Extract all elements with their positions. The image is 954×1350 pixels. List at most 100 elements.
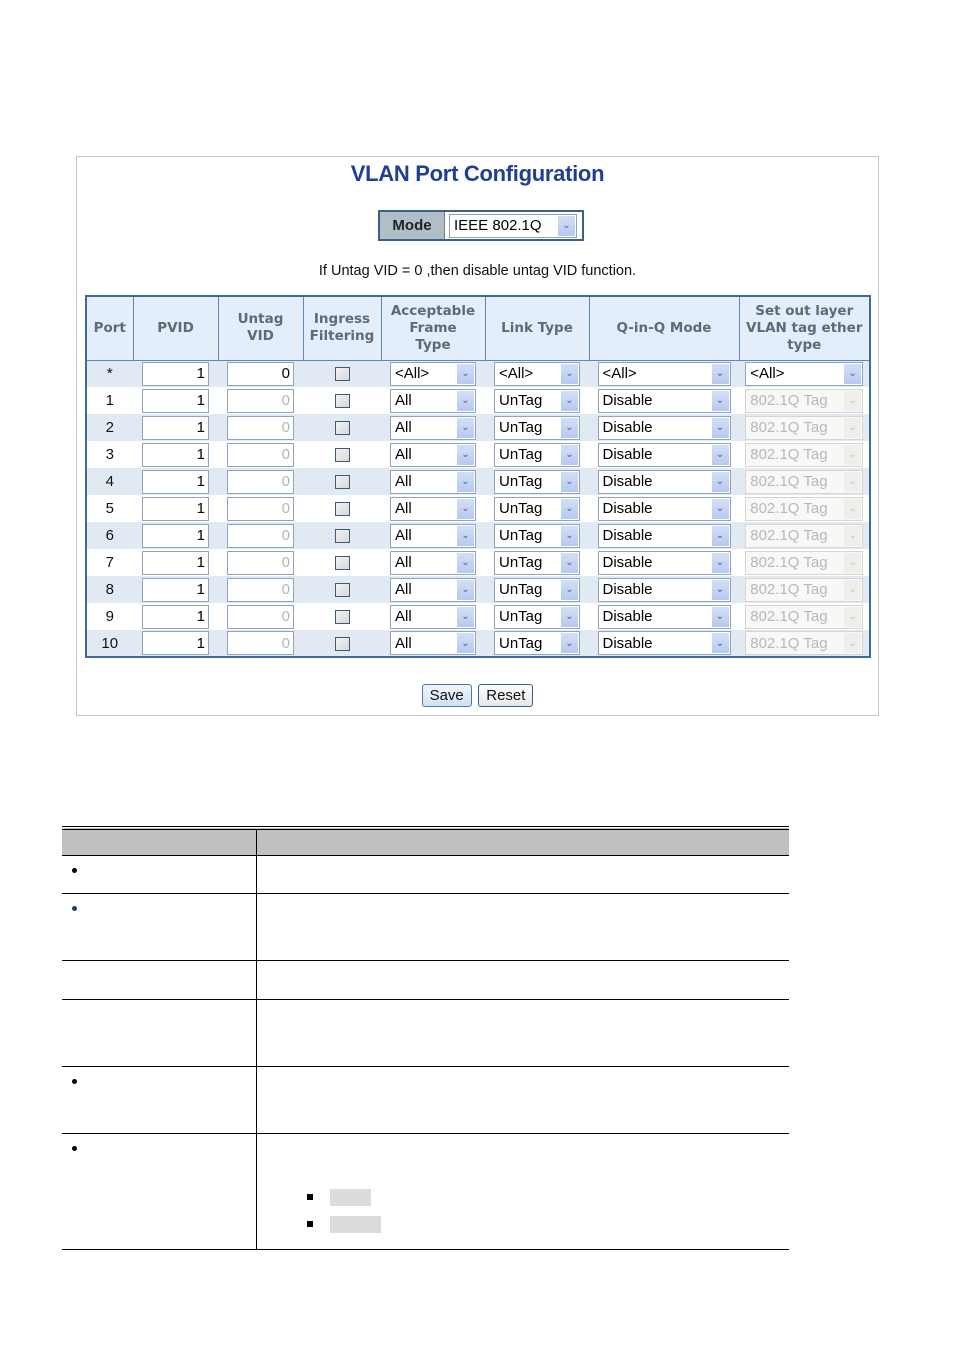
qinq-mode-select[interactable]: Disable ⌄	[597, 523, 731, 548]
ingress-filtering-checkbox[interactable]	[334, 556, 350, 571]
ether-type-select[interactable]: 802.1Q Tag ⌄	[745, 415, 864, 440]
pvid-input[interactable]	[142, 469, 209, 494]
description-object-cell	[62, 1066, 257, 1134]
ingress-filtering-checkbox[interactable]	[334, 502, 350, 517]
qinq-mode-select[interactable]: <All> ⌄	[597, 361, 731, 386]
reset-button[interactable]: Reset	[478, 684, 534, 707]
qinq-mode-select[interactable]: Disable ⌄	[597, 415, 731, 440]
description-row	[62, 960, 789, 1000]
ingress-filtering-checkbox[interactable]	[334, 610, 350, 625]
link-type-select[interactable]: <All> ⌄	[494, 361, 580, 386]
frame-type-select[interactable]: All ⌄	[390, 631, 476, 655]
ingress-filtering-checkbox[interactable]	[334, 421, 350, 436]
ether-type-select[interactable]: <All> ⌄	[745, 361, 864, 386]
pvid-input[interactable]	[142, 442, 209, 467]
qinq-mode-select[interactable]: Disable ⌄	[597, 496, 731, 521]
ingress-filtering-checkbox[interactable]	[334, 475, 350, 490]
pvid-input[interactable]	[142, 604, 209, 629]
frame-type-select[interactable]: All ⌄	[390, 442, 476, 467]
ether-type-select[interactable]: 802.1Q Tag ⌄	[745, 388, 864, 413]
frame-type-select[interactable]: All ⌄	[390, 577, 476, 602]
description-object-cell	[62, 999, 257, 1067]
ether-type-select[interactable]: 802.1Q Tag ⌄	[745, 469, 864, 494]
untag-vid-input[interactable]	[227, 361, 294, 386]
frame-type-select[interactable]: <All> ⌄	[390, 361, 476, 386]
chevron-down-icon: ⌄	[711, 444, 729, 465]
save-button[interactable]: Save	[421, 684, 472, 707]
ether-type-select[interactable]: 802.1Q Tag ⌄	[745, 442, 864, 467]
ether-type-select[interactable]: 802.1Q Tag ⌄	[745, 631, 864, 655]
ether-type-select[interactable]: 802.1Q Tag ⌄	[745, 604, 864, 629]
qinq-mode-select[interactable]: Disable ⌄	[597, 550, 731, 575]
ether-type-select[interactable]: 802.1Q Tag ⌄	[745, 496, 864, 521]
ether-type-select[interactable]: 802.1Q Tag ⌄	[745, 523, 864, 548]
ingress-filtering-checkbox[interactable]	[334, 448, 350, 463]
pvid-input[interactable]	[142, 361, 209, 386]
link-type-select[interactable]: UnTag ⌄	[494, 604, 580, 629]
link-type-select[interactable]: UnTag ⌄	[494, 550, 580, 575]
qinq-mode-select[interactable]: Disable ⌄	[597, 631, 731, 655]
frame-type-select[interactable]: All ⌄	[390, 469, 476, 494]
ingress-filtering-checkbox[interactable]	[334, 636, 350, 651]
pvid-input[interactable]	[142, 388, 209, 413]
qinq-mode-select[interactable]: Disable ⌄	[597, 388, 731, 413]
ether-type-select[interactable]: 802.1Q Tag ⌄	[745, 550, 864, 575]
header-ingress-filtering: Ingress Filtering	[302, 295, 382, 361]
ether-type-select[interactable]: 802.1Q Tag ⌄	[745, 577, 864, 602]
frame-type-select[interactable]: All ⌄	[390, 388, 476, 413]
chevron-down-icon: ⌄	[711, 525, 729, 546]
port-cell: 6	[86, 522, 133, 549]
link-type-select[interactable]: UnTag ⌄	[494, 577, 580, 602]
description-header-object	[62, 828, 257, 856]
untag-vid-input[interactable]	[227, 388, 294, 413]
qinq-mode-select[interactable]: Disable ⌄	[597, 442, 731, 467]
link-type-select[interactable]: UnTag ⌄	[494, 523, 580, 548]
untag-vid-input[interactable]	[227, 496, 294, 521]
ingress-filtering-checkbox[interactable]	[334, 583, 350, 598]
table-row: 10 All⌄ UnTag⌄ Disable⌄ 802.1Q Tag⌄	[86, 630, 870, 657]
link-type-select[interactable]: UnTag ⌄	[494, 388, 580, 413]
ingress-filtering-checkbox[interactable]	[334, 394, 350, 409]
description-text-cell	[256, 960, 789, 1000]
untag-vid-input[interactable]	[227, 415, 294, 440]
qinq-mode-select[interactable]: Disable ⌄	[597, 577, 731, 602]
pvid-input[interactable]	[142, 550, 209, 575]
frame-type-select[interactable]: All ⌄	[390, 604, 476, 629]
pvid-input[interactable]	[142, 577, 209, 602]
frame-type-select[interactable]: All ⌄	[390, 550, 476, 575]
ingress-filtering-checkbox[interactable]	[334, 529, 350, 544]
frame-type-select[interactable]: All ⌄	[390, 523, 476, 548]
untag-vid-input[interactable]	[227, 604, 294, 629]
qinq-mode-select[interactable]: Disable ⌄	[597, 604, 731, 629]
chevron-down-icon: ⌄	[561, 444, 578, 465]
chevron-down-icon: ⌄	[844, 390, 862, 411]
pvid-input[interactable]	[142, 415, 209, 440]
untag-vid-input[interactable]	[227, 631, 294, 655]
chevron-down-icon: ⌄	[457, 525, 474, 546]
untag-vid-input[interactable]	[227, 577, 294, 602]
link-type-select[interactable]: UnTag ⌄	[494, 631, 580, 655]
chevron-down-icon: ⌄	[844, 417, 862, 438]
frame-type-select[interactable]: All ⌄	[390, 496, 476, 521]
chevron-down-icon: ⌄	[844, 606, 862, 627]
description-row	[62, 999, 789, 1067]
qinq-mode-select[interactable]: Disable ⌄	[597, 469, 731, 494]
pvid-input[interactable]	[142, 631, 209, 655]
chevron-down-icon: ⌄	[457, 579, 474, 600]
mode-select[interactable]: IEEE 802.1Q ⌄	[449, 213, 577, 238]
link-type-select[interactable]: UnTag ⌄	[494, 442, 580, 467]
port-cell: 1	[86, 387, 133, 414]
pvid-input[interactable]	[142, 523, 209, 548]
link-type-select[interactable]: UnTag ⌄	[494, 469, 580, 494]
chevron-down-icon: ⌄	[844, 552, 862, 573]
global-row: * <All>⌄ <All>⌄ <All>⌄ <All>⌄	[86, 360, 870, 387]
frame-type-select[interactable]: All ⌄	[390, 415, 476, 440]
link-type-select[interactable]: UnTag ⌄	[494, 415, 580, 440]
untag-vid-input[interactable]	[227, 442, 294, 467]
untag-vid-input[interactable]	[227, 550, 294, 575]
untag-vid-input[interactable]	[227, 523, 294, 548]
link-type-select[interactable]: UnTag ⌄	[494, 496, 580, 521]
untag-vid-input[interactable]	[227, 469, 294, 494]
pvid-input[interactable]	[142, 496, 209, 521]
ingress-filtering-checkbox[interactable]	[334, 367, 350, 382]
